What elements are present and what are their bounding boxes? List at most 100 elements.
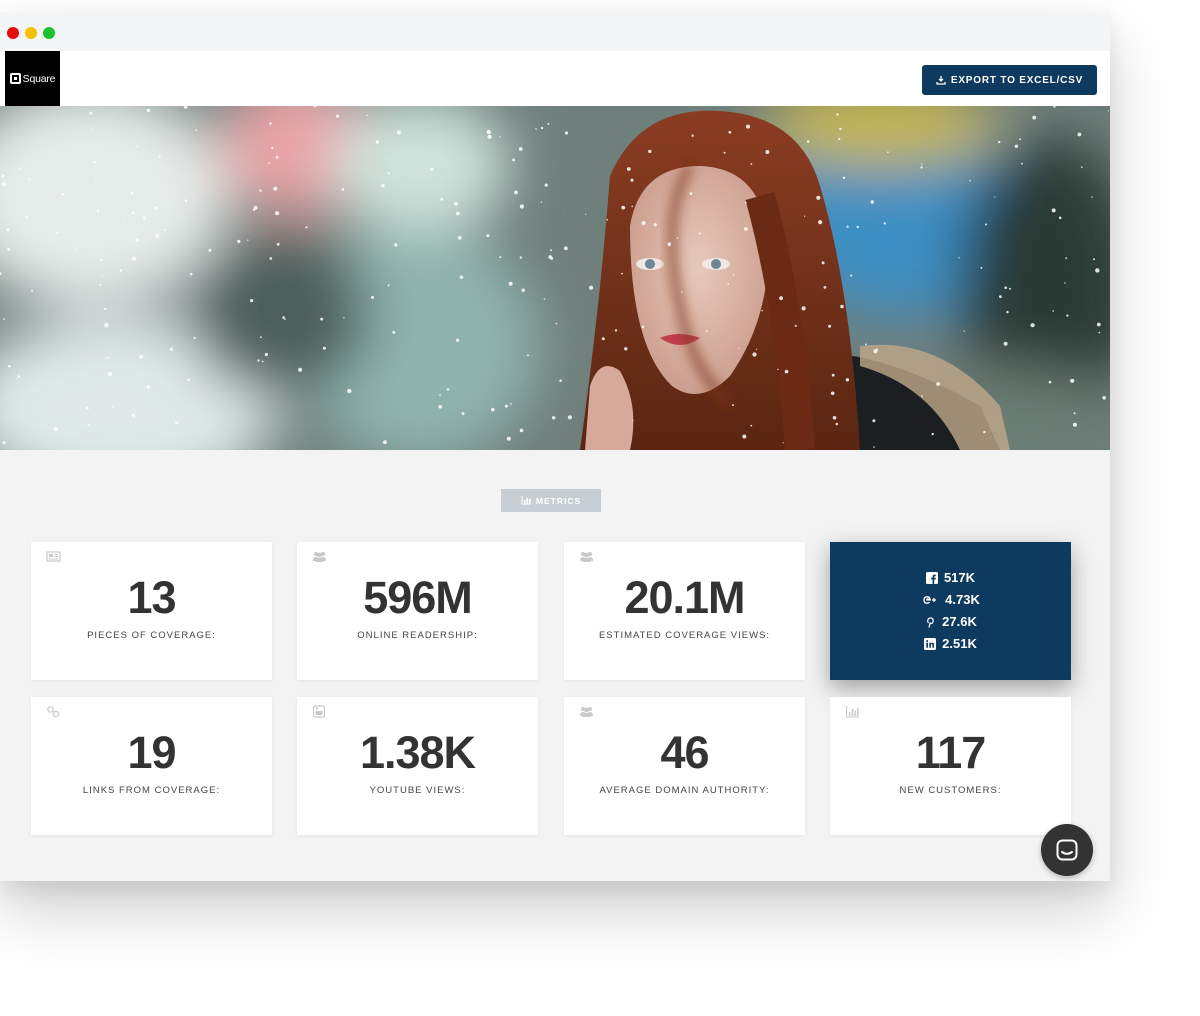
snowflake xyxy=(621,205,626,210)
snowflake xyxy=(920,166,923,169)
snowflake xyxy=(6,228,10,232)
snowflake xyxy=(347,388,352,394)
snowflake xyxy=(276,242,280,246)
snowflake xyxy=(835,422,839,426)
snowflake xyxy=(519,256,522,259)
snowflake xyxy=(870,200,874,204)
snowflake xyxy=(366,114,368,117)
youtube-icon xyxy=(312,705,326,718)
snowflake xyxy=(131,211,135,215)
snowflake xyxy=(832,416,837,420)
snowflake xyxy=(343,317,345,319)
snowflake xyxy=(440,197,444,201)
snowflake xyxy=(550,256,554,260)
snowflake xyxy=(119,269,123,272)
snowflake xyxy=(175,421,179,425)
snowflake xyxy=(794,324,797,327)
snowflake xyxy=(155,233,160,239)
snowflake xyxy=(1070,378,1075,383)
snowflake xyxy=(260,336,262,339)
snowflake xyxy=(750,424,753,427)
snowflake xyxy=(16,377,18,379)
metric-label: NEW CUSTOMERS: xyxy=(899,785,1002,796)
snowflake xyxy=(250,299,254,303)
snowflake xyxy=(653,223,657,227)
metrics-tab[interactable]: METRICS xyxy=(501,489,601,512)
snowflake xyxy=(518,147,523,151)
snowflake xyxy=(969,179,971,182)
export-button[interactable]: EXPORT TO EXCEL/CSV xyxy=(922,65,1097,95)
snowflake xyxy=(765,150,770,154)
social-row-facebook: 517K xyxy=(830,570,1071,585)
snowflake xyxy=(1006,310,1009,314)
snowflake xyxy=(269,122,272,125)
snowflake xyxy=(887,151,889,153)
snowflake xyxy=(850,274,853,277)
snowflake xyxy=(257,359,260,362)
snowflake xyxy=(259,189,262,192)
snowflake xyxy=(519,204,525,209)
snowflake xyxy=(322,346,326,350)
snowflake xyxy=(1004,286,1007,289)
snowflake xyxy=(268,162,271,164)
snowflake xyxy=(486,129,491,135)
snowflake xyxy=(648,149,652,154)
snowflake xyxy=(936,382,940,386)
snowflake xyxy=(383,440,387,445)
snowflake xyxy=(872,419,876,423)
snowflake xyxy=(821,261,825,265)
snowflake xyxy=(801,306,806,311)
snowflake xyxy=(275,211,280,216)
hero-image xyxy=(0,106,1110,450)
snowflake xyxy=(1096,322,1101,327)
snowflake xyxy=(865,343,867,346)
snowflake xyxy=(124,218,126,220)
snowflake xyxy=(1098,331,1101,334)
snowflake xyxy=(96,209,100,213)
snowflake xyxy=(601,337,605,341)
metric-card-average-domain-authority: 46 AVERAGE DOMAIN AUTHORITY: xyxy=(564,697,805,835)
snowflake xyxy=(840,304,844,309)
newspaper-icon xyxy=(46,551,61,562)
snowflake xyxy=(487,134,492,139)
snowflake xyxy=(499,136,501,138)
metric-label: YOUTUBE VIEWS: xyxy=(369,785,466,796)
snowflake xyxy=(193,336,196,339)
snowflake xyxy=(514,190,518,195)
snowflake xyxy=(838,137,841,141)
snowflake xyxy=(535,128,537,130)
snowflake xyxy=(845,378,850,382)
snowflake xyxy=(750,163,753,165)
snowflake xyxy=(305,226,308,229)
maximize-window-button[interactable] xyxy=(43,27,55,39)
snowflake xyxy=(154,206,158,210)
snowflake xyxy=(804,215,806,217)
snowflake xyxy=(761,310,763,312)
snowflake xyxy=(261,360,264,363)
snowflake xyxy=(19,167,22,170)
snowflake xyxy=(836,113,839,116)
users-icon xyxy=(313,552,326,562)
snowflake xyxy=(632,419,634,421)
snowflake xyxy=(585,213,587,215)
minimize-window-button[interactable] xyxy=(25,27,37,39)
snowflake xyxy=(456,211,460,216)
metric-card-new-customers: 117 NEW CUSTOMERS: xyxy=(830,697,1071,835)
square-logo[interactable]: Square xyxy=(5,51,60,106)
snowflake xyxy=(61,192,65,196)
snowflake xyxy=(1021,162,1023,165)
snowflake xyxy=(394,243,398,247)
snowflake xyxy=(689,192,693,195)
close-window-button[interactable] xyxy=(7,27,19,39)
snowflake xyxy=(823,286,827,289)
snowflake xyxy=(146,385,150,389)
snowflake xyxy=(91,128,93,131)
metric-value: 1.38K xyxy=(359,727,476,778)
snowflake xyxy=(994,196,996,198)
snowflake xyxy=(1003,341,1008,346)
snowflake xyxy=(75,249,77,251)
chat-launcher-button[interactable] xyxy=(1041,824,1093,876)
social-row-pinterest: 27.6K xyxy=(830,614,1071,629)
snowflake xyxy=(387,172,390,175)
snowflake xyxy=(641,221,646,225)
